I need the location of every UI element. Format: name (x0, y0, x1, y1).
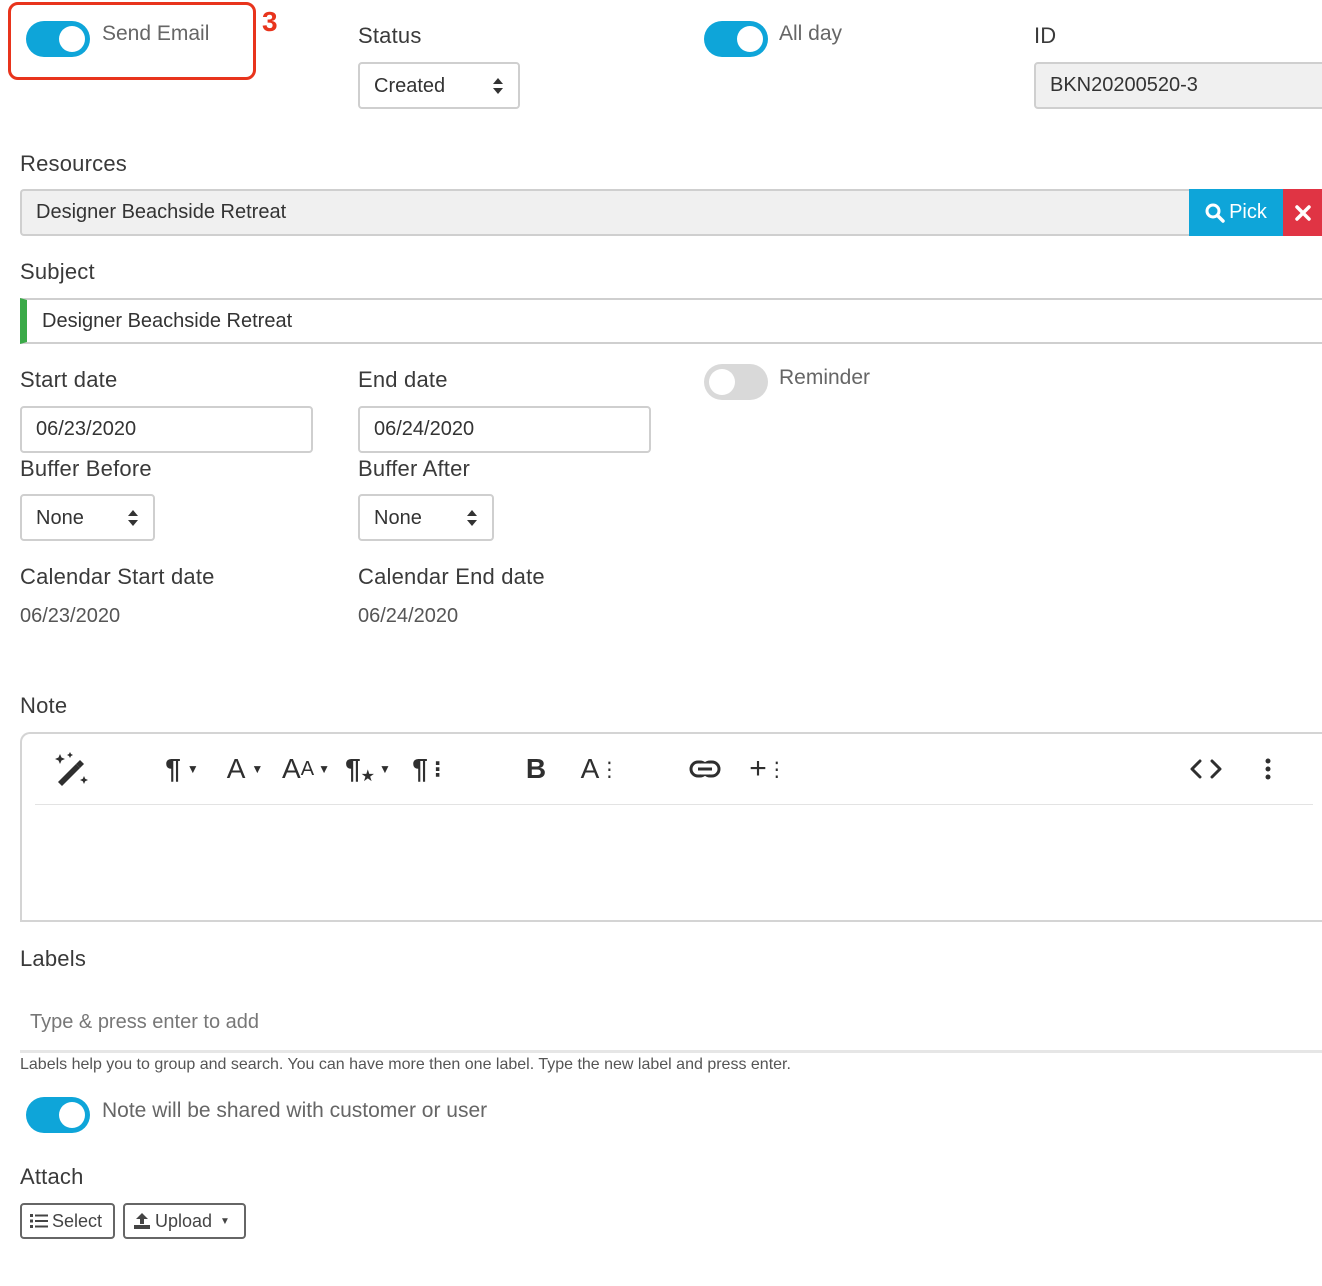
end-date-value: 06/24/2020 (374, 418, 475, 440)
send-email-toggle[interactable] (26, 21, 90, 57)
attach-label: Attach (20, 1164, 84, 1189)
select-attachment-label: Select (52, 1210, 103, 1231)
select-attachment-button[interactable]: Select (20, 1203, 115, 1239)
resources-value: Designer Beachside Retreat (36, 201, 287, 223)
buffer-before-select[interactable]: None (20, 494, 155, 541)
end-date-input[interactable]: 06/24/2020 (358, 406, 651, 453)
paragraph-style-icon[interactable]: ¶ ★ ▼ (342, 750, 394, 788)
more-paragraph-icon[interactable]: ¶ ⋮ (412, 750, 448, 788)
id-field: BKN20200520-3 (1034, 62, 1322, 109)
buffer-after-select[interactable]: None (358, 494, 494, 541)
calendar-start-value: 06/23/2020 (20, 605, 121, 627)
start-date-label: Start date (20, 367, 118, 392)
link-icon[interactable] (688, 750, 722, 788)
resources-label: Resources (20, 151, 127, 176)
send-email-label: Send Email (102, 22, 210, 45)
share-note-label: Note will be shared with customer or use… (102, 1099, 488, 1122)
code-view-icon[interactable] (1188, 750, 1224, 788)
bold-icon[interactable]: B (522, 750, 550, 788)
reminder-label: Reminder (779, 366, 871, 389)
id-label: ID (1034, 23, 1057, 48)
caret-down-icon: ▼ (220, 1215, 230, 1227)
reminder-toggle[interactable] (704, 364, 768, 400)
all-day-label: All day (779, 22, 843, 45)
select-arrows-icon (128, 510, 138, 526)
start-date-value: 06/23/2020 (36, 418, 137, 440)
buffer-before-value: None (36, 507, 84, 529)
labels-label: Labels (20, 946, 87, 971)
subject-label: Subject (20, 259, 95, 284)
upload-icon (134, 1213, 150, 1229)
list-icon (30, 1214, 48, 1228)
magic-wand-icon[interactable] (50, 750, 92, 788)
labels-placeholder: Type & press enter to add (30, 1011, 260, 1033)
pick-button[interactable]: Pick (1189, 189, 1283, 236)
more-text-icon[interactable]: A ⋮ (581, 750, 620, 788)
labels-help-text: Labels help you to group and search. You… (20, 1056, 791, 1073)
status-value: Created (374, 75, 446, 97)
select-arrows-icon (493, 78, 503, 94)
more-misc-icon[interactable] (1258, 750, 1278, 788)
start-date-input[interactable]: 06/23/2020 (20, 406, 313, 453)
calendar-start-label: Calendar Start date (20, 564, 215, 589)
buffer-after-value: None (374, 507, 422, 529)
pick-label: Pick (1229, 201, 1267, 223)
note-toolbar-divider (35, 804, 1313, 805)
calendar-end-value: 06/24/2020 (358, 605, 459, 627)
buffer-before-label: Buffer Before (20, 456, 152, 481)
note-editor[interactable] (20, 732, 1322, 922)
font-family-icon[interactable]: A ▼ (222, 750, 268, 788)
note-label: Note (20, 693, 68, 718)
paragraph-format-icon[interactable]: ¶ ▼ (158, 750, 206, 788)
annotation-number: 3 (262, 6, 278, 37)
upload-label: Upload (155, 1210, 213, 1231)
calendar-end-label: Calendar End date (358, 564, 545, 589)
search-icon (1205, 203, 1225, 223)
resources-field[interactable]: Designer Beachside Retreat (20, 189, 1192, 236)
close-icon (1294, 204, 1311, 221)
end-date-label: End date (358, 367, 448, 392)
select-arrows-icon (467, 510, 477, 526)
subject-value: Designer Beachside Retreat (42, 309, 293, 332)
subject-input[interactable]: Designer Beachside Retreat (20, 298, 1322, 344)
share-note-toggle[interactable] (26, 1097, 90, 1133)
clear-resource-button[interactable] (1283, 189, 1322, 236)
all-day-toggle[interactable] (704, 21, 768, 57)
upload-button[interactable]: Upload ▼ (123, 1203, 246, 1239)
more-insert-icon[interactable]: + ⋮ (749, 750, 787, 788)
status-select[interactable]: Created (358, 62, 520, 109)
status-label: Status (358, 23, 422, 48)
buffer-after-label: Buffer After (358, 456, 471, 481)
labels-input[interactable]: Type & press enter to add (20, 995, 1322, 1053)
font-size-icon[interactable]: A A ▼ (281, 750, 331, 788)
id-value: BKN20200520-3 (1050, 74, 1198, 96)
